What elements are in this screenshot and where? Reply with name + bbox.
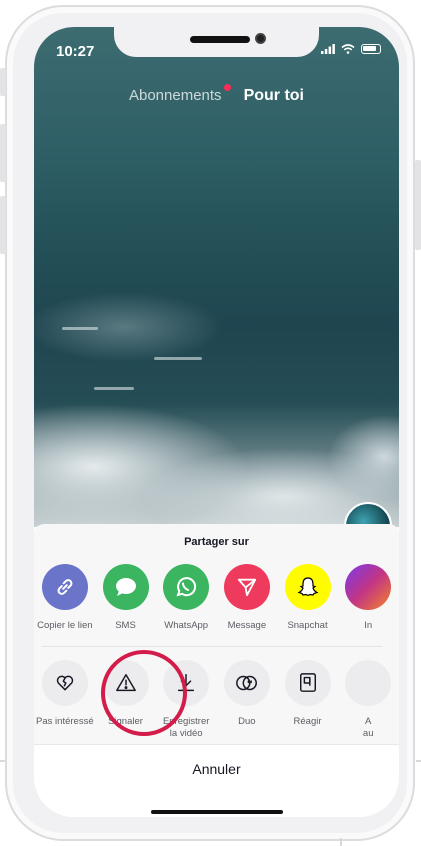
action-label: Signaler	[108, 716, 143, 727]
notification-dot	[223, 84, 231, 91]
phone-screen: 10:27 Abonnements Pour toi Partager sur	[34, 27, 399, 817]
power-button	[415, 160, 421, 250]
tab-label: Pour toi	[243, 87, 304, 104]
whatsapp-icon	[163, 564, 210, 610]
action-duet[interactable]: Duo	[216, 660, 278, 740]
share-instagram[interactable]: In	[337, 564, 399, 632]
wave-streak	[154, 357, 202, 360]
feed-tabs: Abonnements Pour toi	[34, 84, 399, 105]
action-label: Réagir	[293, 716, 322, 727]
action-react[interactable]: Réagir	[277, 660, 339, 740]
speaker-grille	[190, 36, 250, 43]
share-label: In	[364, 620, 373, 631]
warning-icon	[102, 660, 149, 706]
action-save-video[interactable]: Enregistrer la vidéo	[155, 660, 217, 740]
action-label: Pas intéressé	[36, 716, 94, 727]
share-label: Message	[227, 620, 267, 631]
tab-pour-toi[interactable]: Pour toi	[244, 87, 304, 105]
status-time: 10:27	[56, 43, 95, 60]
chat-bubble-icon	[102, 564, 149, 610]
frame-mark	[416, 760, 421, 762]
status-icons	[321, 44, 381, 54]
share-sms[interactable]: SMS	[95, 564, 157, 632]
signal-icon	[321, 44, 335, 54]
action-not-interested[interactable]: Pas intéressé	[34, 660, 96, 740]
battery-icon	[361, 44, 381, 54]
share-targets-row: Copier le lien SMS WhatsApp Message Snap…	[34, 564, 399, 632]
broken-heart-icon	[41, 660, 88, 706]
action-report[interactable]: Signaler	[95, 660, 157, 740]
action-more[interactable]: A au	[337, 660, 399, 740]
send-icon	[223, 564, 270, 610]
share-snapchat[interactable]: Snapchat	[277, 564, 339, 632]
wave-streak	[94, 387, 134, 390]
share-label: Snapchat	[287, 620, 328, 631]
wifi-icon	[341, 44, 355, 54]
react-icon	[284, 660, 331, 706]
share-copy-link[interactable]: Copier le lien	[34, 564, 96, 632]
more-icon	[345, 660, 392, 706]
front-camera	[255, 33, 266, 44]
snapchat-ghost-icon	[284, 564, 331, 610]
action-label: Enregistrer la vidéo	[162, 716, 210, 739]
volume-up-button	[0, 124, 6, 182]
cancel-bar: Annuler	[34, 744, 399, 817]
link-icon	[41, 564, 88, 610]
volume-down-button	[0, 196, 6, 254]
download-icon	[163, 660, 210, 706]
share-whatsapp[interactable]: WhatsApp	[155, 564, 217, 632]
duet-icon	[223, 660, 270, 706]
section-divider	[42, 646, 382, 647]
instagram-icon	[345, 564, 392, 610]
share-sheet: Partager sur Copier le lien SMS WhatsApp…	[34, 524, 399, 817]
share-label: SMS	[115, 620, 136, 631]
share-label: WhatsApp	[164, 620, 209, 631]
home-indicator	[151, 810, 283, 814]
cancel-button[interactable]: Annuler	[34, 761, 399, 777]
frame-mark	[0, 760, 5, 762]
action-label: A au	[362, 716, 374, 739]
frame-mark	[340, 838, 342, 846]
mute-switch	[0, 68, 6, 96]
actions-row: Pas intéressé Signaler Enregistrer la vi…	[34, 660, 399, 740]
share-message[interactable]: Message	[216, 564, 278, 632]
tab-abonnements[interactable]: Abonnements	[128, 84, 231, 105]
action-label: Duo	[238, 716, 256, 727]
share-label: Copier le lien	[37, 620, 93, 631]
tab-label: Abonnements	[128, 87, 222, 104]
wave-streak	[62, 327, 98, 330]
share-sheet-title: Partager sur	[184, 536, 249, 548]
